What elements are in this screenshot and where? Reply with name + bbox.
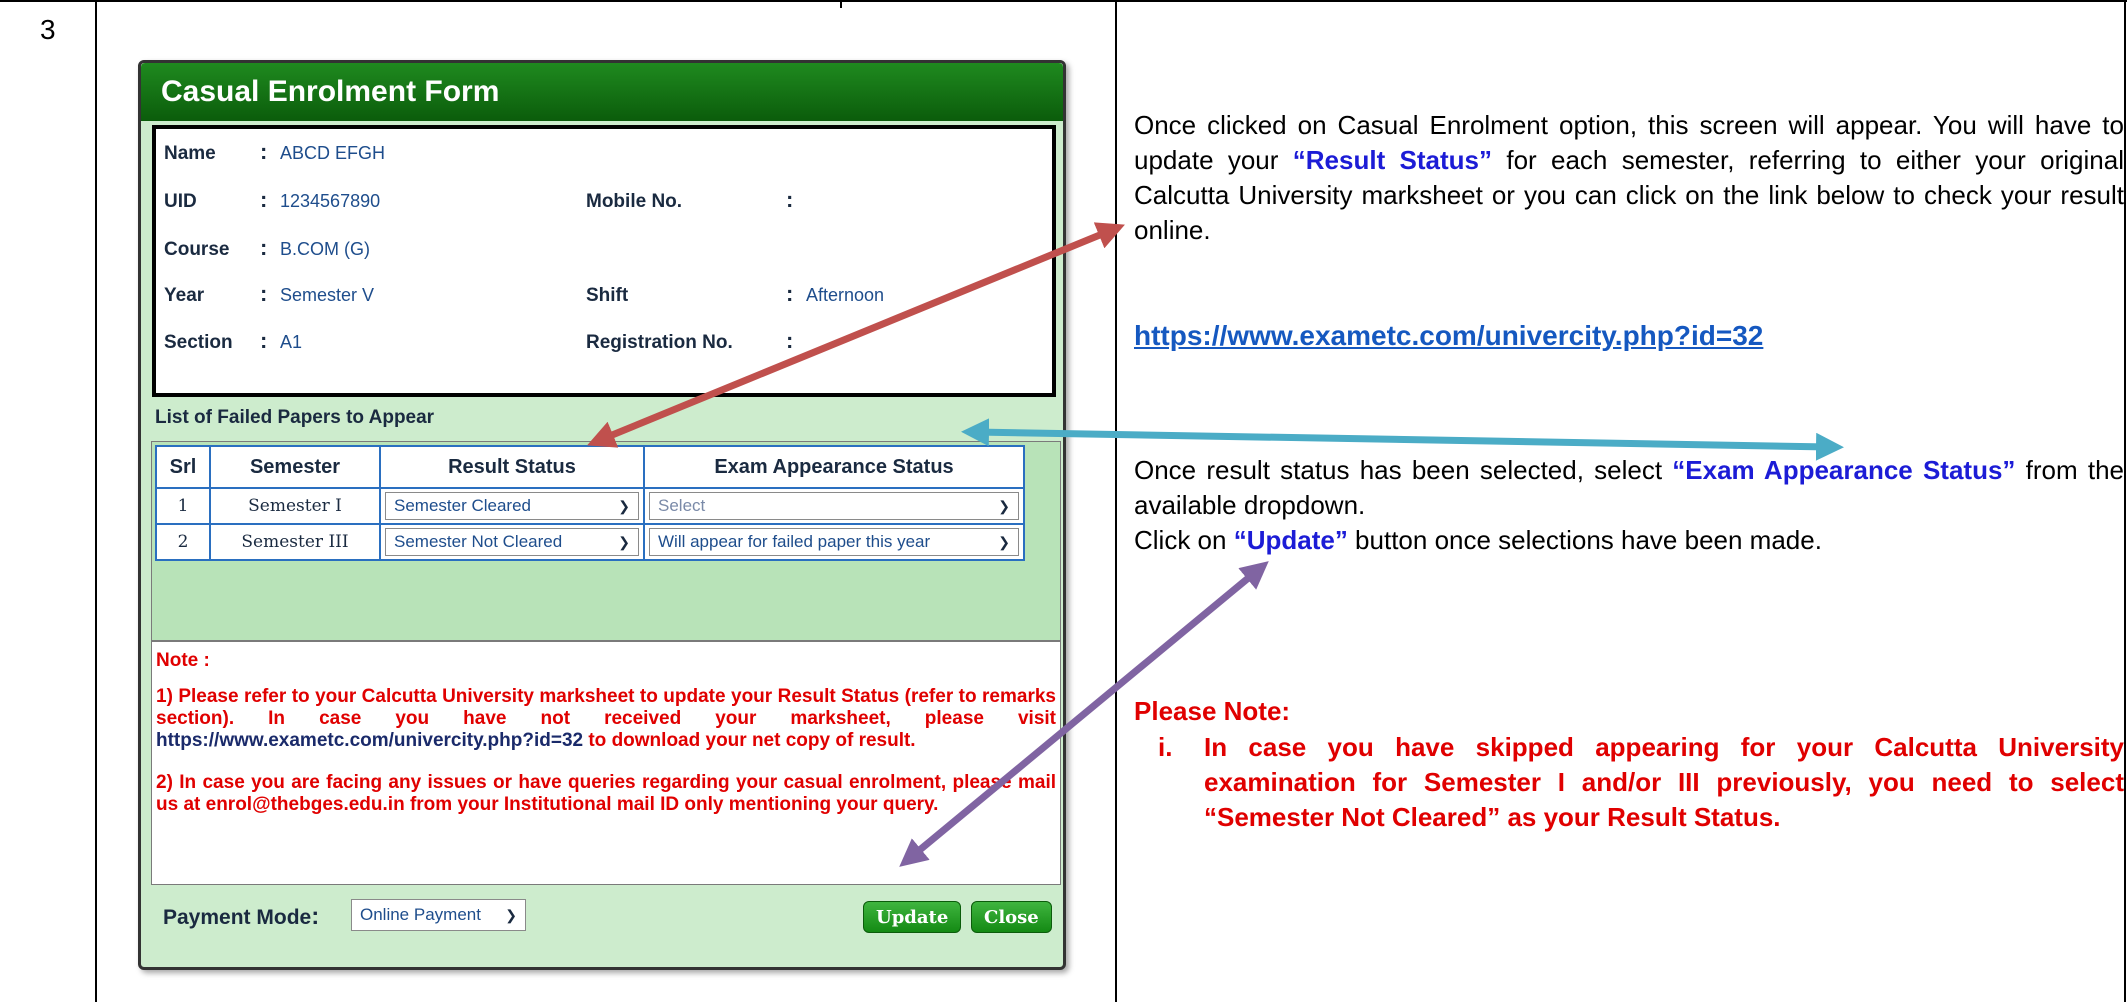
exam-status-arrow bbox=[961, 418, 1844, 461]
result-status-arrow bbox=[587, 222, 1125, 448]
annotation-arrows bbox=[587, 222, 1844, 867]
update-button-arrow bbox=[899, 561, 1269, 867]
